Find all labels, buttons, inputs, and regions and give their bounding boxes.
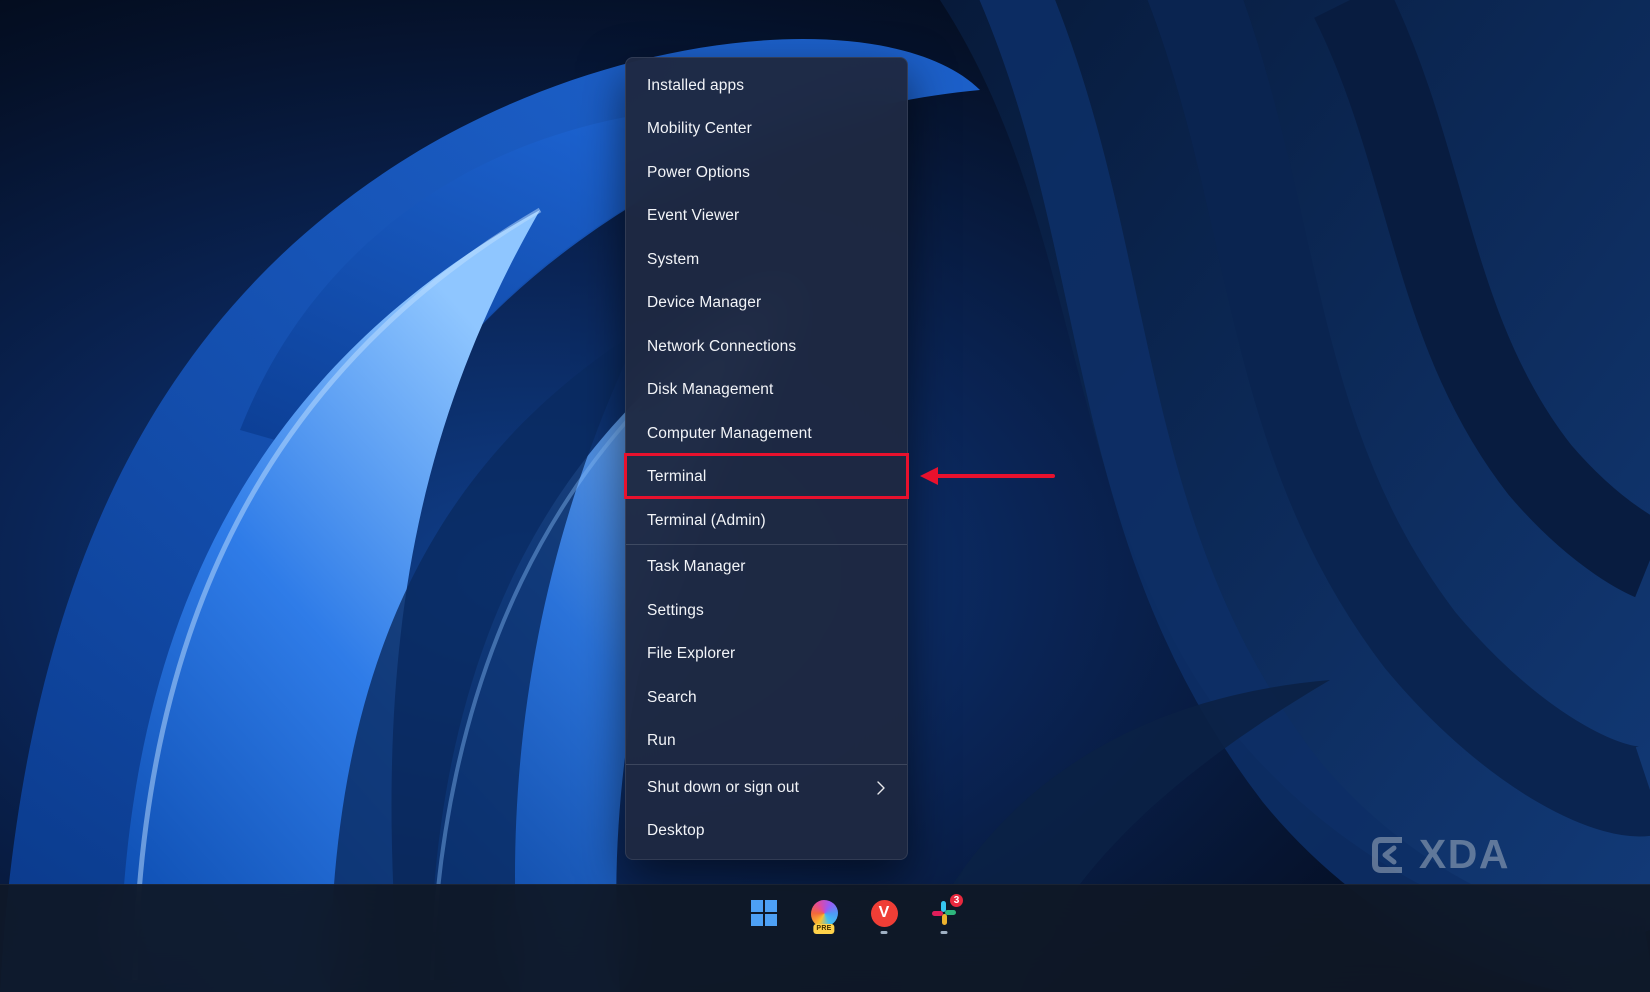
menu-item-label: File Explorer	[647, 645, 736, 663]
menu-item-system[interactable]: System	[626, 238, 907, 282]
start-button[interactable]	[741, 890, 787, 936]
running-indicator	[880, 931, 888, 934]
running-indicator	[940, 931, 948, 934]
vivaldi-button[interactable]: V	[861, 890, 907, 936]
menu-item-label: Disk Management	[647, 381, 774, 399]
menu-item-terminal-admin[interactable]: Terminal (Admin)	[626, 499, 907, 543]
menu-item-label: System	[647, 250, 700, 268]
menu-item-settings[interactable]: Settings	[626, 589, 907, 633]
menu-item-device-manager[interactable]: Device Manager	[626, 282, 907, 326]
menu-item-label: Installed apps	[647, 76, 745, 94]
taskbar-icon-group: PRE V 3	[741, 890, 967, 936]
copilot-pre-badge: PRE	[813, 924, 835, 934]
windows-start-icon	[751, 900, 777, 926]
menu-item-label: Terminal (Admin)	[647, 511, 766, 529]
copilot-icon	[810, 899, 838, 927]
menu-item-mobility-center[interactable]: Mobility Center	[626, 108, 907, 152]
menu-separator	[626, 543, 907, 545]
menu-item-label: Task Manager	[647, 558, 746, 576]
menu-separator	[626, 764, 907, 765]
menu-item-label: Computer Management	[647, 424, 812, 442]
menu-item-label: Power Options	[647, 163, 750, 181]
chevron-right-icon	[877, 781, 885, 795]
menu-item-label: Run	[647, 732, 676, 750]
slack-button[interactable]: 3	[921, 890, 967, 936]
menu-item-task-manager[interactable]: Task Manager	[626, 546, 907, 590]
taskbar: PRE V 3	[0, 884, 1650, 992]
menu-item-label: Device Manager	[647, 294, 762, 312]
menu-item-event-viewer[interactable]: Event Viewer	[626, 195, 907, 239]
menu-item-label: Shut down or sign out	[647, 778, 800, 796]
menu-item-computer-management[interactable]: Computer Management	[626, 412, 907, 456]
menu-item-label: Event Viewer	[647, 207, 740, 225]
menu-item-shut-down-or-sign-out[interactable]: Shut down or sign out	[626, 766, 907, 810]
slack-notification-badge: 3	[948, 892, 965, 909]
menu-item-label: Search	[647, 688, 697, 706]
menu-item-terminal[interactable]: Terminal	[626, 456, 907, 500]
menu-item-disk-management[interactable]: Disk Management	[626, 369, 907, 413]
menu-item-label: Terminal	[647, 468, 707, 486]
menu-item-file-explorer[interactable]: File Explorer	[626, 633, 907, 677]
menu-item-label: Settings	[647, 601, 704, 619]
winx-menu: Installed apps Mobility Center Power Optio…	[625, 57, 908, 860]
menu-item-search[interactable]: Search	[626, 676, 907, 720]
vivaldi-icon: V	[870, 899, 898, 927]
menu-item-run[interactable]: Run	[626, 720, 907, 764]
menu-item-label: Network Connections	[647, 337, 797, 355]
menu-item-installed-apps[interactable]: Installed apps	[626, 64, 907, 108]
menu-item-label: Mobility Center	[647, 120, 752, 138]
menu-item-power-options[interactable]: Power Options	[626, 151, 907, 195]
copilot-button[interactable]: PRE	[801, 890, 847, 936]
menu-item-desktop[interactable]: Desktop	[626, 810, 907, 854]
menu-item-network-connections[interactable]: Network Connections	[626, 325, 907, 369]
menu-item-label: Desktop	[647, 822, 705, 840]
